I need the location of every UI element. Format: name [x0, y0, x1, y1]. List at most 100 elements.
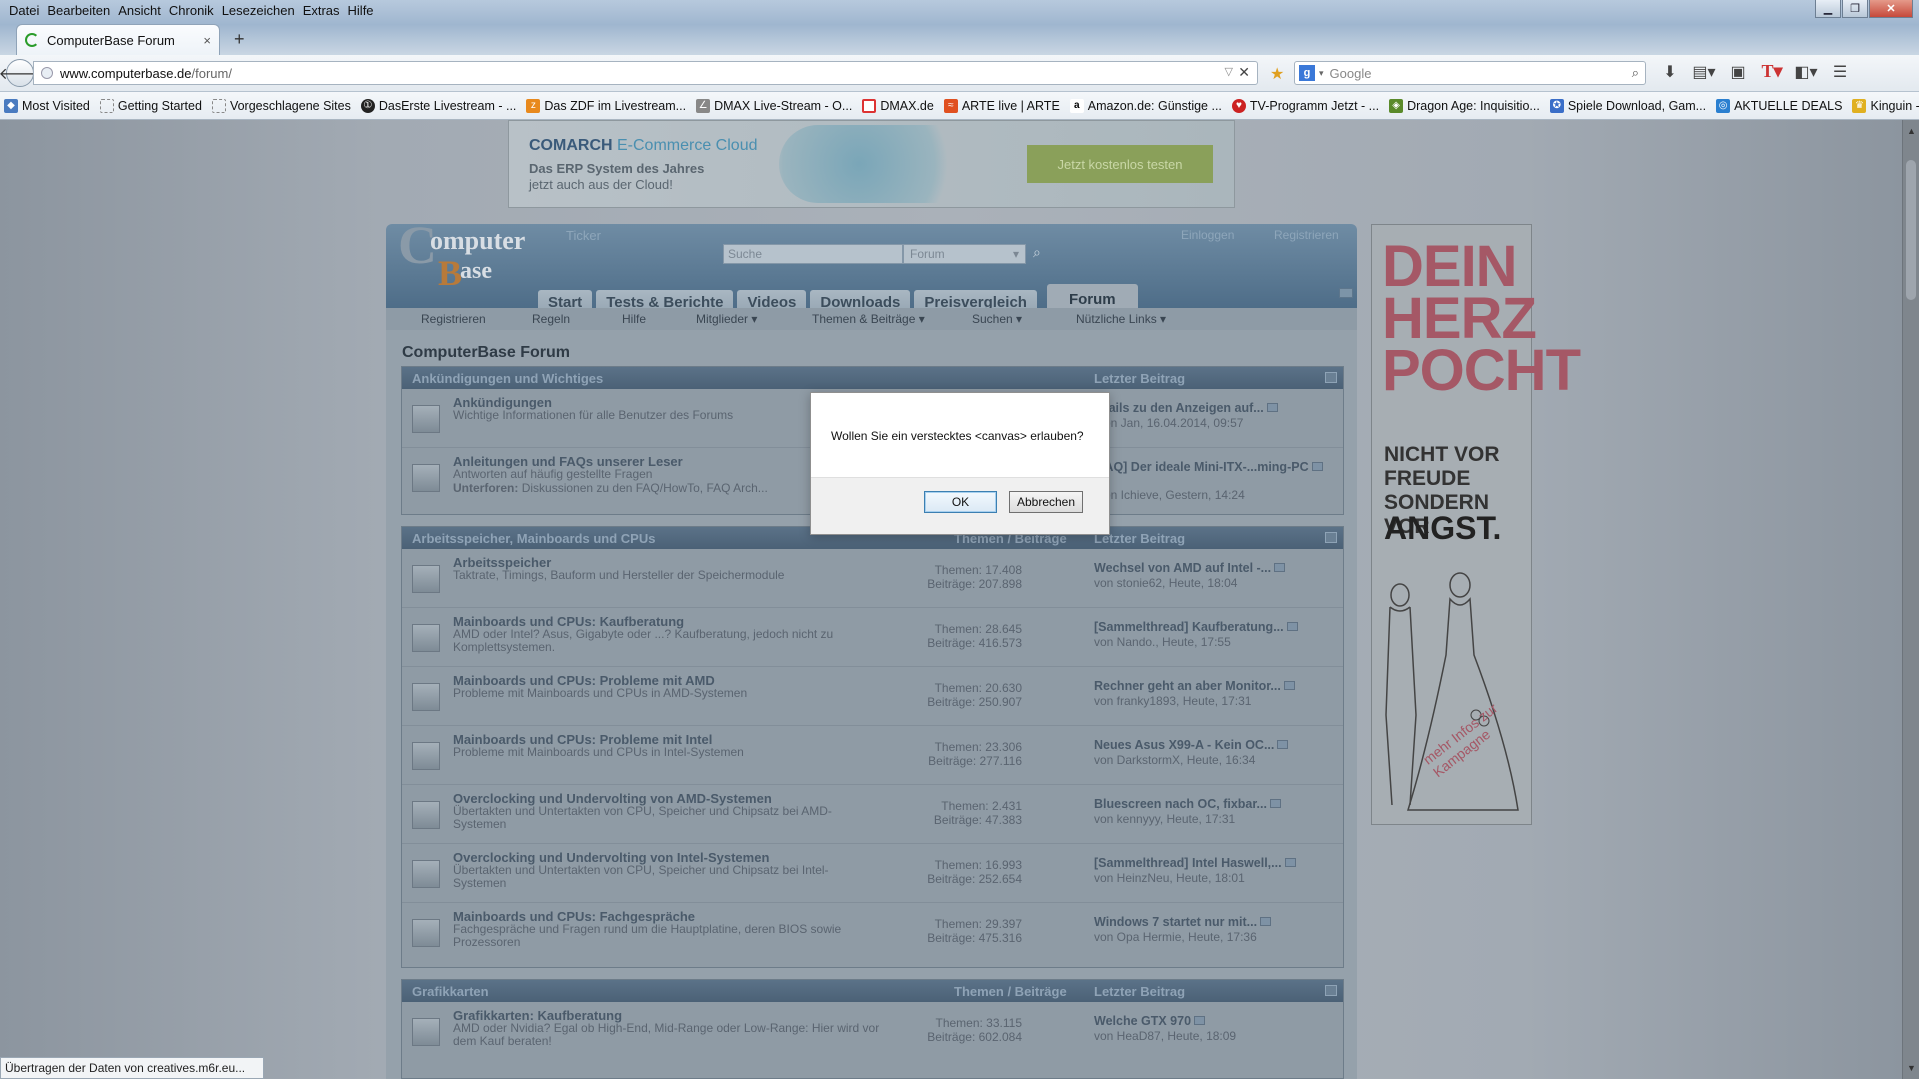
bookmark-item[interactable]: ◈ Dragon Age: Inquisitio...	[1389, 98, 1540, 113]
minimize-icon[interactable]: ▁	[1815, 0, 1841, 18]
maximize-icon[interactable]: ❐	[1842, 0, 1868, 18]
window-titlebar: Datei Bearbeiten Ansicht Chronik Lesezei…	[0, 0, 1919, 55]
chevron-down-icon: ▾	[1012, 247, 1019, 261]
forum-search-scope[interactable]: Forum ▾	[903, 244, 1026, 264]
ad-cta-button[interactable]: Jetzt kostenlos testen	[1027, 145, 1213, 183]
subnav-links[interactable]: Nützliche Links ▾	[1076, 312, 1166, 326]
google-engine-icon[interactable]: g	[1299, 65, 1315, 81]
menu-bearbeiten[interactable]: Bearbeiten	[43, 3, 114, 18]
collapse-category-icon[interactable]	[1325, 985, 1337, 996]
bookmark-item[interactable]: ✪ Spiele Download, Gam...	[1549, 98, 1706, 113]
forum-row: Mainboards und CPUs: Probleme mit Intel …	[402, 726, 1343, 785]
last-post-title[interactable]: Windows 7 startet nur mit...	[1094, 915, 1272, 929]
column-last-post: Letzter Beitrag	[1094, 984, 1186, 999]
subnav-hilfe[interactable]: Hilfe	[622, 312, 646, 326]
bookmark-item[interactable]: z Das ZDF im Livestream...	[526, 98, 686, 113]
hamburger-menu-icon[interactable]: ☰	[1828, 62, 1852, 82]
ad-line-1: Das ERP System des Jahres	[529, 161, 705, 176]
last-post-title[interactable]: Wechsel von AMD auf Intel -...	[1094, 561, 1286, 575]
last-post-title[interactable]: [Sammelthread] Intel Haswell,...	[1094, 856, 1296, 870]
tab-title: ComputerBase Forum	[47, 32, 175, 48]
menu-ansicht[interactable]: Ansicht	[114, 3, 165, 18]
address-bar[interactable]: www.computerbase.de/forum/ ▽ ✕	[33, 61, 1258, 85]
back-button[interactable]: 🡐	[0, 59, 41, 87]
ticker-link[interactable]: Ticker	[566, 228, 601, 243]
menu-extras[interactable]: Extras	[299, 3, 344, 18]
bookmark-star-icon[interactable]: ★	[1270, 64, 1284, 84]
reader-icon[interactable]: ▣	[1726, 62, 1750, 82]
subnav-registrieren[interactable]: Registrieren	[421, 312, 486, 326]
goto-post-icon	[1266, 403, 1278, 412]
last-post-title[interactable]: Welche GTX 970	[1094, 1014, 1206, 1028]
subnav-themen[interactable]: Themen & Beiträge ▾	[812, 312, 925, 326]
login-link[interactable]: Einloggen	[1181, 228, 1234, 242]
column-last-post: Letzter Beitrag	[1094, 371, 1186, 386]
addon-menu-icon[interactable]: ▤▾	[1692, 62, 1716, 82]
cancel-button[interactable]: Abbrechen	[1009, 491, 1083, 513]
bookmark-item[interactable]: ≈ ARTE live | ARTE	[943, 98, 1060, 113]
translate-icon[interactable]: T▾	[1760, 61, 1784, 82]
bookmark-item[interactable]: ① DasErste Livestream - ...	[360, 98, 516, 113]
scroll-up-icon[interactable]: ▲	[1907, 126, 1916, 136]
browser-tab[interactable]: ComputerBase Forum ×	[16, 24, 220, 55]
menu-hilfe[interactable]: Hilfe	[344, 3, 378, 18]
register-link[interactable]: Registrieren	[1274, 228, 1339, 242]
ok-button[interactable]: OK	[924, 491, 997, 513]
last-post-title[interactable]: ...tails zu den Anzeigen auf...	[1094, 401, 1278, 415]
bookmark-item[interactable]: ◎ AKTUELLE DEALS	[1716, 98, 1842, 113]
menu-lesezeichen[interactable]: Lesezeichen	[218, 3, 299, 18]
engine-dropdown-icon[interactable]: ▾	[1319, 68, 1324, 79]
category-title[interactable]: Ankündigungen und Wichtiges	[412, 371, 603, 386]
bookmarks-bar: ◆ Most Visited Getting Started Vorgeschla…	[0, 92, 1919, 120]
scrollbar-thumb[interactable]	[1906, 160, 1916, 300]
downloads-icon[interactable]: ⬇	[1658, 62, 1682, 82]
last-post-title[interactable]: Neues Asus X99-A - Kein OC...	[1094, 738, 1289, 752]
menu-chronik[interactable]: Chronik	[165, 3, 218, 18]
vertical-scrollbar[interactable]: ▲ ▼	[1902, 120, 1919, 1079]
collapse-header-icon[interactable]	[1339, 288, 1353, 298]
extension-icon[interactable]: ◧▾	[1794, 62, 1818, 82]
search-magnifier-icon[interactable]: ⌕	[1632, 65, 1639, 81]
bookmark-item[interactable]: ♛Kinguin - Compare & ...	[1852, 98, 1919, 113]
bookmark-item[interactable]: ∠ DMAX Live-Stream - O...	[696, 98, 852, 113]
new-tab-button[interactable]: +	[234, 29, 245, 50]
bookmark-item[interactable]: Vorgeschlagene Sites	[211, 98, 351, 113]
last-post-title[interactable]: ...AQ] Der ideale Mini-ITX-...ming-PC	[1094, 460, 1323, 474]
forum-stats: Themen: 20.630 Beiträge: 250.907	[927, 681, 1022, 709]
collapse-category-icon[interactable]	[1325, 372, 1337, 383]
forum-stats: Themen: 29.397 Beiträge: 475.316	[927, 917, 1022, 945]
computerbase-logo[interactable]: Computer Base	[398, 214, 548, 304]
site-identity-icon[interactable]	[41, 67, 53, 79]
side-ad-banner[interactable]: DEIN HERZ POCHT NICHT VOR FREUDE SONDERN VOR…	[1371, 224, 1581, 825]
bookmark-item[interactable]: ◆ Most Visited	[4, 98, 90, 113]
close-tab-icon[interactable]: ×	[203, 33, 211, 48]
bookmark-item[interactable]: Getting Started	[99, 98, 202, 113]
forum-status-icon	[412, 860, 440, 888]
last-post-title[interactable]: Rechner geht an aber Monitor...	[1094, 679, 1295, 693]
forum-stats: Themen: 16.993 Beiträge: 252.654	[927, 858, 1022, 886]
bookmark-item[interactable]: a Amazon.de: Günstige ...	[1069, 98, 1222, 113]
forum-search-input[interactable]: Suche	[723, 244, 903, 264]
scroll-down-icon[interactable]: ▼	[1907, 1063, 1916, 1073]
collapse-category-icon[interactable]	[1325, 532, 1337, 543]
top-ad-banner[interactable]: COMARCH E-Commerce Cloud Das ERP System …	[508, 120, 1235, 208]
forum-row: Mainboards und CPUs: Kaufberatung AMD od…	[402, 608, 1343, 667]
last-post-meta: von kennyyy, Heute, 17:31	[1094, 812, 1236, 826]
stop-loading-icon[interactable]: ✕	[1238, 64, 1250, 81]
forum-status-icon	[412, 405, 440, 433]
menu-datei[interactable]: Datei	[5, 3, 43, 18]
search-bar[interactable]: g ▾ Google ⌕	[1294, 61, 1646, 85]
forum-status-icon	[412, 742, 440, 770]
last-post-title[interactable]: Bluescreen nach OC, fixbar...	[1094, 797, 1281, 811]
bookmark-item[interactable]: ♥ TV-Programm Jetzt - ...	[1231, 98, 1379, 113]
forum-search-icon[interactable]: ⌕	[1033, 244, 1041, 261]
subnav-mitglieder[interactable]: Mitglieder ▾	[696, 312, 757, 326]
category-title[interactable]: Grafikkarten	[412, 984, 489, 999]
category-title[interactable]: Arbeitsspeicher, Mainboards und CPUs	[412, 531, 655, 546]
url-history-dropdown-icon[interactable]: ▽	[1225, 65, 1233, 78]
last-post-title[interactable]: [Sammelthread] Kaufberatung...	[1094, 620, 1298, 634]
subnav-suchen[interactable]: Suchen ▾	[972, 312, 1022, 326]
bookmark-item[interactable]: DMAX.de	[862, 98, 934, 113]
subnav-regeln[interactable]: Regeln	[532, 312, 570, 326]
close-window-icon[interactable]: ✕	[1869, 0, 1913, 18]
